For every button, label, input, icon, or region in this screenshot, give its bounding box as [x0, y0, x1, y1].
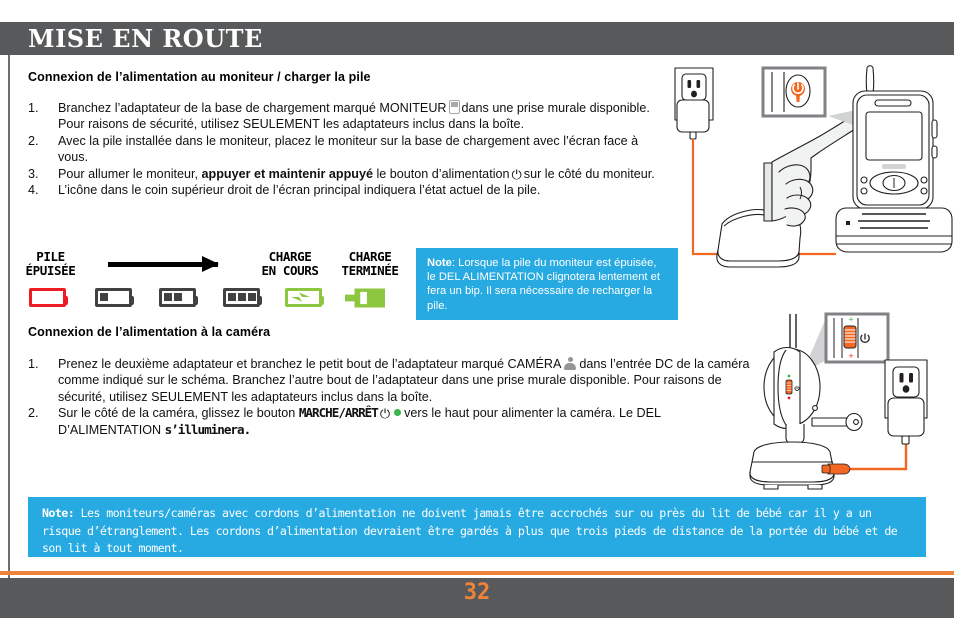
- list-item-emphasis-2: s’illuminera.: [164, 421, 252, 437]
- list-item-text: Prenez le deuxième adaptateur et branche…: [58, 356, 750, 405]
- battery-icon-empty: [29, 288, 68, 307]
- power-symbol-icon: ⏻: [511, 167, 522, 183]
- manual-page: MISE EN ROUTE Connexion de l’alimentatio…: [0, 0, 954, 618]
- battery-bar: [100, 293, 108, 301]
- list-item: 2. Sur le côté de la caméra, glissez le …: [28, 405, 750, 438]
- list-item-text: Branchez l’adaptateur de la base de char…: [58, 100, 658, 133]
- section-2-list: 1. Prenez le deuxième adaptateur et bran…: [28, 356, 750, 438]
- page-number: 32: [463, 580, 491, 605]
- note-battery-label: Note: [427, 257, 452, 269]
- list-item-number: 1.: [28, 101, 39, 115]
- left-margin-rule: [8, 22, 10, 596]
- battery-bar: [174, 293, 182, 301]
- list-item: 1. Prenez le deuxième adaptateur et bran…: [28, 356, 750, 405]
- list-item-text: Avec la pile installée dans le moniteur,…: [58, 133, 639, 165]
- battery-icon-charging: [285, 288, 324, 307]
- list-item-emphasis: MARCHE/ARRÊT: [298, 405, 379, 421]
- note-battery-text: : Lorsque la pile du moniteur est épuisé…: [427, 257, 660, 312]
- battery-bar: [248, 293, 256, 301]
- list-item-text-pre: Prenez le deuxième adaptateur et branche…: [58, 357, 562, 371]
- list-item: 4. L’icône dans le coin supérieur droit …: [28, 182, 658, 198]
- list-item-number: 2.: [28, 406, 39, 421]
- monitor-icon: [448, 100, 460, 114]
- page-title: MISE EN ROUTE: [28, 24, 263, 53]
- list-item-text-pre: Pour allumer le moniteur,: [58, 166, 198, 181]
- list-item-text-post: sur le côté du moniteur.: [523, 166, 655, 181]
- battery-label-done: CHARGE TERMINÉE: [341, 249, 399, 278]
- footer-accent-line: [0, 571, 954, 575]
- list-item: 1. Branchez l’adaptateur de la base de c…: [28, 100, 658, 133]
- battery-label-empty: PILE ÉPUISÉE: [25, 249, 76, 278]
- battery-bar: [238, 293, 246, 301]
- list-item-text: Sur le côté de la caméra, glissez le bou…: [58, 405, 750, 438]
- svg-text:+: +: [848, 316, 854, 324]
- list-item-number: 2.: [28, 133, 39, 148]
- battery-bar: [164, 293, 172, 301]
- list-item-emphasis: appuyer et maintenir appuyé: [201, 166, 373, 181]
- camera-power-illustration: + +: [749, 312, 928, 490]
- list-item-number: 3.: [28, 166, 39, 181]
- list-item: 3. Pour allumer le moniteur, appuyer et …: [28, 166, 658, 182]
- camera-icon: [564, 357, 577, 370]
- battery-cap: [63, 296, 68, 305]
- section-2-title: Connexion de l’alimentation à la caméra: [28, 325, 271, 339]
- battery-icon-charge-complete: [345, 288, 385, 308]
- battery-cap: [193, 296, 198, 305]
- list-item-text-mid: le bouton d’alimentation: [376, 166, 510, 181]
- list-item-text: Pour allumer le moniteur, appuyer et mai…: [58, 166, 658, 182]
- list-item-text-pre: Branchez l’adaptateur de la base de char…: [58, 101, 447, 115]
- lightning-bolt-icon: [291, 292, 310, 302]
- battery-cap: [319, 296, 324, 305]
- list-item-text-pre: Sur le côté de la caméra, glissez le bou…: [58, 406, 296, 421]
- battery-icon-two-bar: [159, 288, 198, 307]
- battery-cap: [257, 296, 262, 305]
- list-item-number: 4.: [28, 183, 39, 198]
- battery-cap: [129, 296, 134, 305]
- note-battery: Note: Lorsque la pile du moniteur est ép…: [416, 248, 678, 320]
- battery-icon-three-bar: [223, 288, 262, 307]
- battery-bar: [228, 293, 236, 301]
- battery-label-charging: CHARGE EN COURS: [261, 249, 319, 278]
- monitor-charging-illustration: [674, 65, 953, 268]
- svg-text:+: +: [848, 352, 854, 360]
- section-1-title: Connexion de l’alimentation au moniteur …: [28, 70, 371, 84]
- section-1-list: 1. Branchez l’adaptateur de la base de c…: [28, 100, 658, 198]
- note-safety-label: Note:: [42, 506, 75, 520]
- list-item: 2. Avec la pile installée dans le monite…: [28, 133, 658, 166]
- green-led-indicator-icon: [394, 409, 402, 417]
- power-symbol-icon: ⏻: [379, 407, 391, 423]
- charge-progress-arrow: [108, 256, 219, 272]
- list-item-text: L’icône dans le coin supérieur droit de …: [58, 183, 541, 198]
- list-item-number: 1.: [28, 357, 39, 371]
- note-safety-text: Les moniteurs/caméras avec cordons d’ali…: [42, 506, 898, 555]
- battery-icon-one-bar: [95, 288, 134, 307]
- note-safety: Note: Les moniteurs/caméras avec cordons…: [28, 497, 926, 557]
